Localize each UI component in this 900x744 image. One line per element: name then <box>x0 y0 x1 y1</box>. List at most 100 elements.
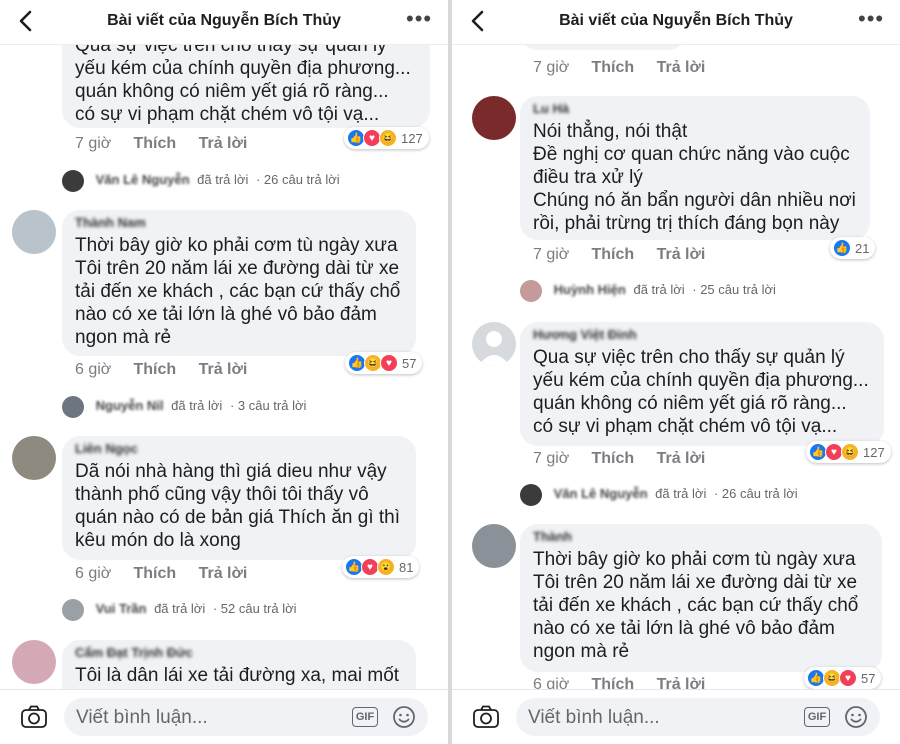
commenter-avatar[interactable] <box>472 524 516 568</box>
reply-count: · 52 câu trả lời <box>212 601 297 616</box>
emoji-icon[interactable] <box>844 705 868 729</box>
comment-line: ngon mà rẻ <box>75 327 172 348</box>
comment-actions: 6 giờ Thích Trả lời <box>75 564 265 584</box>
comment-bubble[interactable]: Thành Nam Thời bây giờ ko phải cơm tù ng… <box>62 210 416 356</box>
commenter-avatar[interactable] <box>12 210 56 254</box>
comment-line: Qua sự việc trên cho thấy sự quản lý <box>533 347 845 368</box>
reply-count: · 25 câu trả lời <box>692 282 776 297</box>
comment-actions: 7 giờ Thích Trả lời <box>75 134 265 154</box>
top-bar: Bài viết của Nguyễn Bích Thủy ••• <box>0 0 448 45</box>
reply-link[interactable]: Trả lời <box>199 360 248 380</box>
more-options-icon[interactable]: ••• <box>858 8 883 32</box>
love-reaction-icon: ♥ <box>380 354 398 372</box>
comment-input[interactable] <box>516 698 790 738</box>
camera-icon[interactable] <box>20 704 48 730</box>
replies-summary[interactable]: Nguyễn Nil đã trả lời · 3 câu trả lời <box>62 394 306 418</box>
like-link[interactable]: Thích <box>133 134 176 154</box>
comment-bubble[interactable]: Liên Ngọc Dã nói nhà hàng thì giá dieu n… <box>62 436 416 560</box>
comment-bubble[interactable]: Cẩm Đạt Trịnh Đức Tôi là dân lái xe tải … <box>62 640 416 690</box>
comment-line: thành phố cũng vậy thôi tôi thấy vô <box>75 484 369 505</box>
commenter-name[interactable]: Cẩm Đạt Trịnh Đức <box>75 644 404 662</box>
page-title: Bài viết của Nguyễn Bích Thủy <box>559 12 793 29</box>
comment-input[interactable] <box>64 698 338 738</box>
comment-time: 7 giờ <box>533 450 570 467</box>
comments-feed: Qua sự việc trên cho thấy sự quản lý yếu… <box>0 0 448 690</box>
comment-input-field[interactable]: GIF <box>516 698 880 738</box>
reactions-badge[interactable]: 👍 21 <box>830 237 876 259</box>
like-link[interactable]: Thích <box>591 58 634 78</box>
emoji-icon[interactable] <box>392 705 416 729</box>
reactions-badge[interactable]: 👍 😆 ♥ 57 <box>345 352 423 374</box>
comment-actions: 6 giờ Thích Trả lời <box>75 360 265 380</box>
reaction-count: 57 <box>402 355 417 371</box>
reply-avatar <box>520 279 542 302</box>
comment-line: có sự vi phạm chặt chém vô tội vạ... <box>75 104 380 125</box>
commenter-name[interactable]: Thành Nam <box>75 214 404 232</box>
like-link[interactable]: Thích <box>591 449 634 469</box>
commenter-avatar[interactable] <box>12 640 56 684</box>
like-link[interactable]: Thích <box>591 675 634 690</box>
reply-link[interactable]: Trả lời <box>657 58 706 78</box>
comment-line: quán không có niêm yết giá rõ ràng... <box>533 393 847 414</box>
commenter-avatar[interactable] <box>472 96 516 140</box>
reply-author: Nguyễn Nil <box>95 398 164 413</box>
comment-line: yếu kém của chính quyền địa phương... <box>533 370 869 391</box>
commenter-name[interactable]: Liên Ngọc <box>75 440 404 458</box>
reactions-badge[interactable]: 👍 ♥ 😮 81 <box>342 556 420 578</box>
reactions-badge[interactable]: 👍 😆 ♥ 57 <box>804 667 882 689</box>
reply-avatar <box>62 169 84 192</box>
comment-actions: 7 giờ Thích Trả lời <box>533 245 723 265</box>
wow-reaction-icon: 😮 <box>377 558 395 576</box>
comment-line: nào có xe tải lớn là ghé vô bảo đảm <box>75 304 377 325</box>
commenter-name[interactable]: Lu Hà <box>533 100 858 118</box>
like-link[interactable]: Thích <box>133 360 176 380</box>
reply-author: Vui Trần <box>95 601 147 616</box>
reply-count: · 3 câu trả lời <box>229 398 307 413</box>
reply-suffix: đã trả lời <box>154 601 206 616</box>
reply-suffix: đã trả lời <box>655 486 707 501</box>
reply-link[interactable]: Trả lời <box>199 564 248 584</box>
gif-button[interactable]: GIF <box>352 707 378 727</box>
comment-time: 6 giờ <box>75 565 112 582</box>
reply-link[interactable]: Trả lời <box>199 134 248 154</box>
gif-button[interactable]: GIF <box>804 707 830 727</box>
comment-line: quán nào có de bản giá Thích ăn gì thì <box>75 507 401 528</box>
more-options-icon[interactable]: ••• <box>406 8 431 32</box>
top-bar: Bài viết của Nguyễn Bích Thủy ••• <box>452 0 900 45</box>
comment-line: Thời bây giờ ko phải cơm tù ngày xưa <box>75 235 398 256</box>
reaction-count: 81 <box>399 559 414 575</box>
comment-line: Dã nói nhà hàng thì giá dieu như vậy <box>75 461 387 482</box>
comment-bubble[interactable]: Thành Thời bây giờ ko phải cơm tù ngày x… <box>520 524 882 672</box>
replies-summary[interactable]: Vui Trần đã trả lời · 52 câu trả lời <box>62 597 297 621</box>
like-link[interactable]: Thích <box>591 245 634 265</box>
reactions-badge[interactable]: 👍 ♥ 😆 127 <box>806 441 891 463</box>
reply-avatar <box>62 598 84 621</box>
comment-line: nào có xe tải lớn là ghé vô bảo đảm <box>533 618 835 639</box>
haha-reaction-icon: 😆 <box>379 129 397 147</box>
commenter-name[interactable]: Hương Việt Đinh <box>533 326 872 344</box>
comment-line: quán không có niêm yết giá rõ ràng... <box>75 81 389 102</box>
comment-line: Tôi là dân lái xe tải đường xa, mai mốt <box>75 665 400 686</box>
replies-summary[interactable]: Huỳnh Hiện đã trả lời · 25 câu trả lời <box>520 278 776 302</box>
commenter-avatar[interactable] <box>12 436 56 480</box>
comment-input-field[interactable]: GIF <box>64 698 428 738</box>
like-link[interactable]: Thích <box>133 564 176 584</box>
comment-bubble[interactable]: Hương Việt Đinh Qua sự việc trên cho thấ… <box>520 322 884 446</box>
reply-suffix: đã trả lời <box>171 398 223 413</box>
camera-icon[interactable] <box>472 704 500 730</box>
reactions-badge[interactable]: 👍 ♥ 😆 127 <box>344 127 429 149</box>
default-avatar-icon[interactable] <box>472 322 516 366</box>
comment-actions: 7 giờ Thích Trả lời <box>533 449 723 469</box>
replies-summary[interactable]: Văn Lê Nguyễn đã trả lời · 26 câu trả lờ… <box>520 482 798 506</box>
reply-author: Huỳnh Hiện <box>553 282 626 297</box>
comment-composer: GIF <box>0 689 448 744</box>
reply-link[interactable]: Trả lời <box>657 245 706 265</box>
reply-link[interactable]: Trả lời <box>657 675 706 690</box>
reply-link[interactable]: Trả lời <box>657 449 706 469</box>
comment-composer: GIF <box>452 689 900 744</box>
reaction-count: 127 <box>401 130 423 146</box>
replies-summary[interactable]: Văn Lê Nguyễn đã trả lời · 26 câu trả lờ… <box>62 168 340 192</box>
comment-line: kêu món do là xong <box>75 530 241 551</box>
comment-bubble[interactable]: Lu Hà Nói thẳng, nói thật Đề nghị cơ qua… <box>520 96 870 240</box>
commenter-name[interactable]: Thành <box>533 528 870 546</box>
